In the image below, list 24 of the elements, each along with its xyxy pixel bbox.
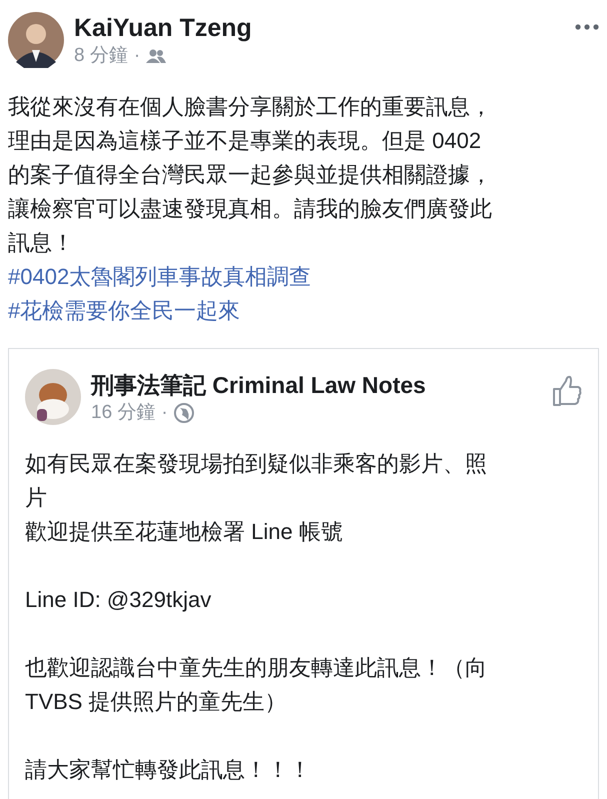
- post-text: 片: [25, 484, 48, 512]
- separator: ·: [134, 44, 140, 68]
- separator: ·: [161, 401, 168, 425]
- post-text: 如有民眾在案發現場拍到疑似非乘客的影片、照: [25, 450, 488, 478]
- post-text: TVBS 提供照片的童先生）: [25, 688, 288, 716]
- hashtag-link[interactable]: #花檢需要你全民一起來: [8, 294, 240, 328]
- page-name[interactable]: 刑事法筆記 Criminal Law Notes: [91, 369, 542, 401]
- avatar[interactable]: [25, 369, 81, 425]
- post-text: 歡迎提供至花蓮地檢署 Line 帳號: [25, 518, 344, 546]
- post-text: Line ID: @329tkjav: [25, 586, 212, 614]
- post-time: 16 分鐘: [91, 401, 156, 425]
- post-text: 請大家幫忙轉發此訊息！！！: [25, 756, 312, 784]
- post-text: 我從來沒有在個人臉書分享關於工作的重要訊息，: [8, 93, 493, 121]
- post-text: 讓檢察官可以盡速發現真相。請我的臉友們廣發此: [8, 195, 493, 223]
- post-text: 也歡迎認識台中童先生的朋友轉達此訊息！（向: [25, 654, 488, 682]
- more-icon[interactable]: [575, 24, 599, 30]
- avatar[interactable]: [8, 12, 64, 68]
- post-time: 8 分鐘: [74, 44, 128, 68]
- thumbs-up-icon[interactable]: [552, 375, 582, 407]
- post-text: 理由是因為這樣子並不是專業的表現。但是 0402: [8, 127, 482, 155]
- post-text: 的案子值得全台灣民眾一起參與並提供相關證據，: [8, 161, 493, 189]
- author-name[interactable]: KaiYuan Tzeng: [74, 12, 565, 44]
- hashtag-link[interactable]: #0402太魯閣列車事故真相調查: [8, 260, 312, 294]
- post-text: 訊息！: [8, 229, 75, 257]
